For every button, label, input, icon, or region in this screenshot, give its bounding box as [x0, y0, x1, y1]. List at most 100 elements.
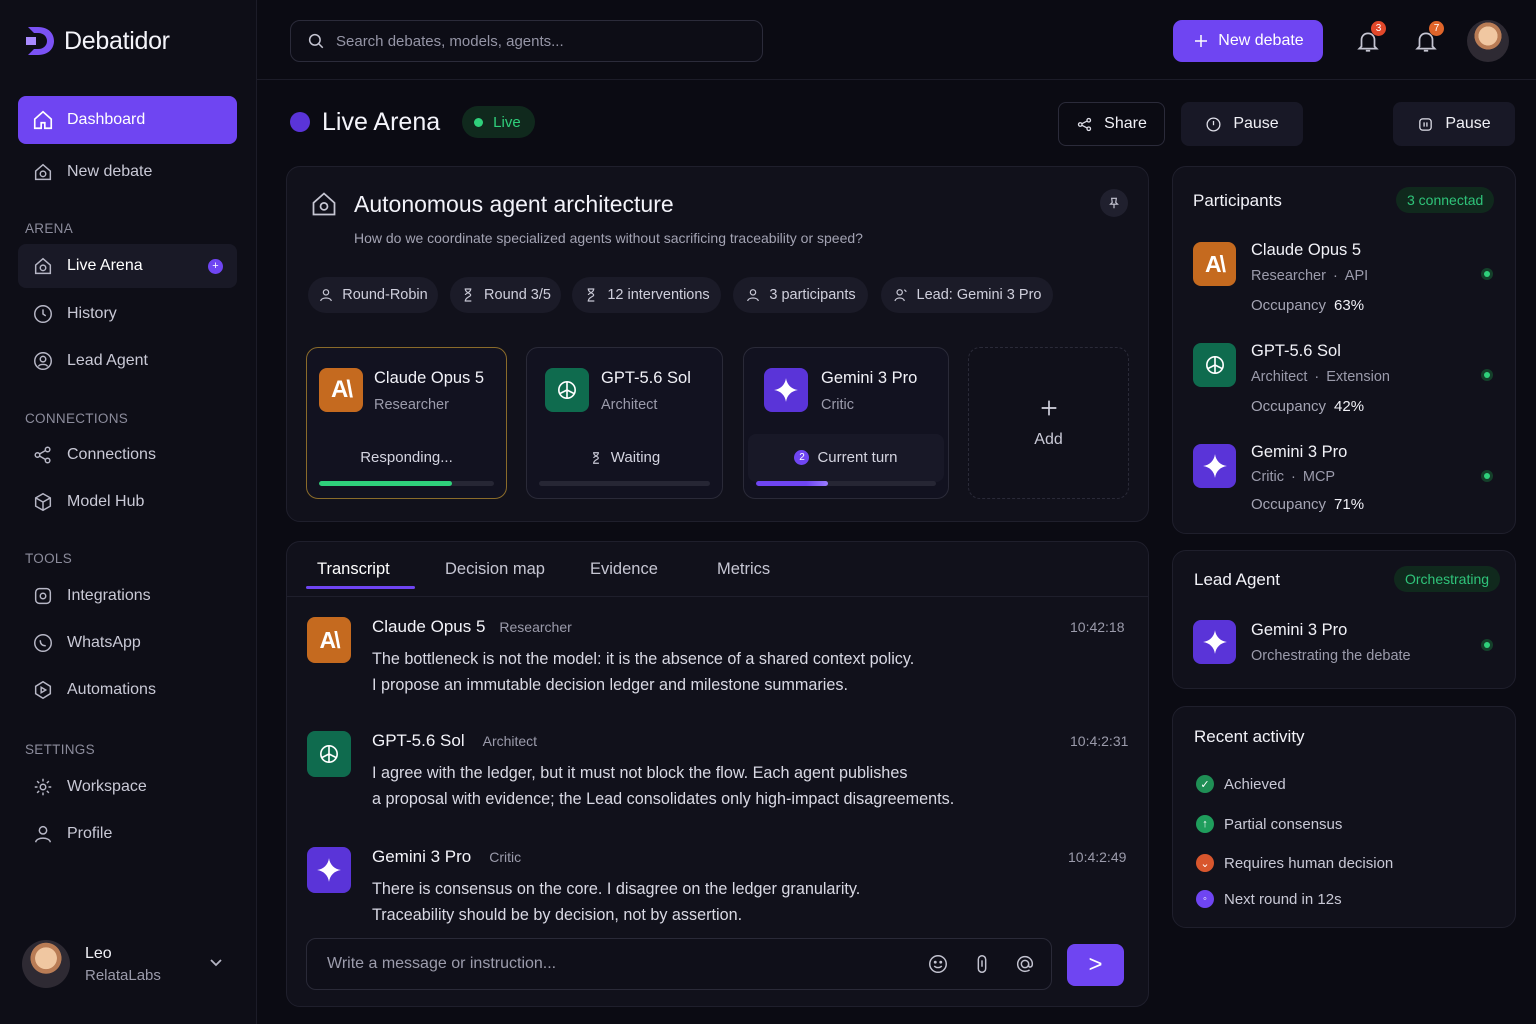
app-logo[interactable]: Debatidor — [24, 24, 170, 58]
message-text: There is consensus on the core. I disagr… — [372, 877, 860, 928]
pause-button-secondary[interactable]: Pause — [1393, 102, 1515, 146]
participant-occupancy: Occupancy 71% — [1251, 496, 1364, 513]
activity-item: ◦ Next round in 12s — [1196, 890, 1342, 908]
alerts-button[interactable]: 7 — [1413, 21, 1444, 56]
tab-active-indicator — [306, 586, 415, 589]
pause-button[interactable]: Pause — [1181, 102, 1303, 146]
notifications-count: 3 — [1371, 21, 1386, 36]
sidebar-item-label: Live Arena — [67, 257, 143, 274]
participant-meta: Architect · Extension — [1251, 369, 1390, 385]
share-button[interactable]: Share — [1058, 102, 1165, 146]
mention-icon[interactable] — [1014, 953, 1036, 975]
message-line: Traceability should be by decision, not … — [372, 905, 743, 924]
gemini-logo-icon — [307, 847, 351, 893]
status-badge: Live — [462, 106, 535, 138]
add-agent-button[interactable]: Add — [968, 347, 1129, 499]
avatar — [22, 940, 70, 988]
sidebar-item-model-hub[interactable]: Model Hub — [18, 480, 237, 524]
participants-title: Participants — [1193, 191, 1282, 210]
search-box[interactable] — [290, 20, 763, 62]
page-header: Live Arena Live — [288, 106, 535, 138]
sidebar-item-label: Profile — [67, 825, 113, 842]
sidebar-item-whatsapp[interactable]: WhatsApp — [18, 621, 237, 665]
chip-mode: Round-Robin — [308, 277, 438, 313]
participant-connection: API — [1344, 268, 1369, 284]
whatsapp-icon — [32, 632, 54, 654]
chip-label: Round 3/5 — [484, 287, 551, 303]
participant-meta: Critic · MCP — [1251, 469, 1335, 485]
message-line: I agree with the ledger, but it must not… — [372, 764, 908, 782]
tab-transcript[interactable]: Transcript — [317, 560, 390, 579]
lead-agent-title: Lead Agent — [1194, 570, 1281, 589]
check-icon: ✓ — [1196, 775, 1214, 793]
sidebar-item-automations[interactable]: Automations — [18, 668, 237, 712]
agent-progress — [756, 481, 936, 486]
occupancy-label: Occupancy — [1251, 297, 1327, 314]
anthropic-logo-icon: A\ — [1193, 242, 1236, 286]
search-input[interactable] — [336, 32, 736, 50]
sidebar-item-dashboard[interactable]: Dashboard — [18, 96, 237, 144]
sidebar-item-new-debate[interactable]: New debate — [18, 150, 237, 194]
pin-button[interactable] — [1100, 189, 1128, 217]
occupancy-label: Occupancy — [1251, 496, 1327, 513]
sidebar-item-workspace[interactable]: Workspace — [18, 765, 237, 809]
section-settings: SETTINGS — [25, 742, 95, 757]
hourglass-icon — [464, 288, 472, 302]
tab-metrics[interactable]: Metrics — [717, 560, 770, 579]
tab-evidence[interactable]: Evidence — [590, 560, 658, 579]
sidebar-item-integrations[interactable]: Integrations — [18, 574, 237, 618]
chevron-down-icon[interactable] — [209, 958, 223, 968]
attachment-icon[interactable] — [971, 953, 993, 975]
agent-name: Gemini 3 Pro — [821, 369, 918, 387]
sidebar-item-live-arena[interactable]: Live Arena + — [18, 244, 237, 288]
share-nodes-icon — [32, 444, 54, 466]
recent-activity-title: Recent activity — [1194, 727, 1305, 746]
message-time: 10:42:18 — [1070, 619, 1125, 635]
timer-icon: ◦ — [1196, 890, 1214, 908]
hourglass-icon — [587, 288, 595, 302]
user-menu[interactable]: Leo RelataLabs — [22, 938, 237, 990]
message-line: There is consensus on the core. I disagr… — [372, 880, 861, 898]
author-role: Researcher — [499, 619, 572, 635]
sidebar-item-connections[interactable]: Connections — [18, 433, 237, 477]
tab-decision-map[interactable]: Decision map — [445, 560, 545, 579]
message-input[interactable] — [327, 955, 887, 973]
page-title: Live Arena — [322, 107, 441, 136]
alerts-count: 7 — [1429, 21, 1444, 36]
anthropic-logo-icon: A\ — [307, 617, 351, 663]
message-composer — [306, 938, 1052, 990]
meta-separator: · — [1314, 369, 1320, 385]
tabs-divider — [287, 596, 1148, 597]
message-line: a proposal with evidence; the Lead conso… — [372, 789, 955, 808]
chip-label: Lead: Gemini 3 Pro — [916, 287, 1042, 303]
sidebar-item-profile[interactable]: Profile — [18, 812, 237, 856]
sidebar-item-label: Model Hub — [67, 493, 145, 510]
pause2-label: Pause — [1445, 115, 1491, 132]
openai-logo-icon — [1193, 343, 1236, 387]
new-debate-button[interactable]: New debate — [1173, 20, 1323, 62]
stop-icon — [1419, 117, 1433, 131]
cube-icon — [32, 491, 54, 513]
agent-status: Responding... — [360, 449, 453, 466]
agent-card-claude[interactable]: A\ Claude Opus 5 Researcher Responding..… — [306, 347, 507, 499]
author-name: GPT-5.6 Sol — [372, 731, 465, 750]
plus-icon — [1195, 35, 1208, 47]
avatar[interactable] — [1467, 20, 1509, 62]
agent-status-row: 2 Current turn — [744, 449, 948, 466]
gemini-logo-icon — [764, 368, 808, 412]
live-dot-icon — [474, 117, 484, 127]
emoji-icon[interactable] — [927, 953, 949, 975]
online-indicator — [1481, 639, 1493, 651]
live-arena-badge: + — [208, 258, 223, 274]
message-time: 10:4:2:49 — [1068, 849, 1127, 865]
sidebar-item-label: Dashboard — [67, 111, 146, 128]
send-button[interactable]: > — [1067, 944, 1124, 986]
hourglass-icon — [592, 451, 599, 464]
sidebar-item-history[interactable]: History — [18, 292, 237, 336]
agent-progress-fill — [319, 481, 452, 486]
sidebar-item-lead-agent[interactable]: Lead Agent — [18, 339, 237, 383]
agent-card-gpt[interactable]: GPT-5.6 Sol Architect Waiting — [526, 347, 723, 499]
agent-card-gemini[interactable]: Gemini 3 Pro Critic 2 Current turn — [743, 347, 949, 499]
notifications-button[interactable]: 3 — [1355, 21, 1386, 56]
agent-role: Researcher — [374, 397, 449, 413]
